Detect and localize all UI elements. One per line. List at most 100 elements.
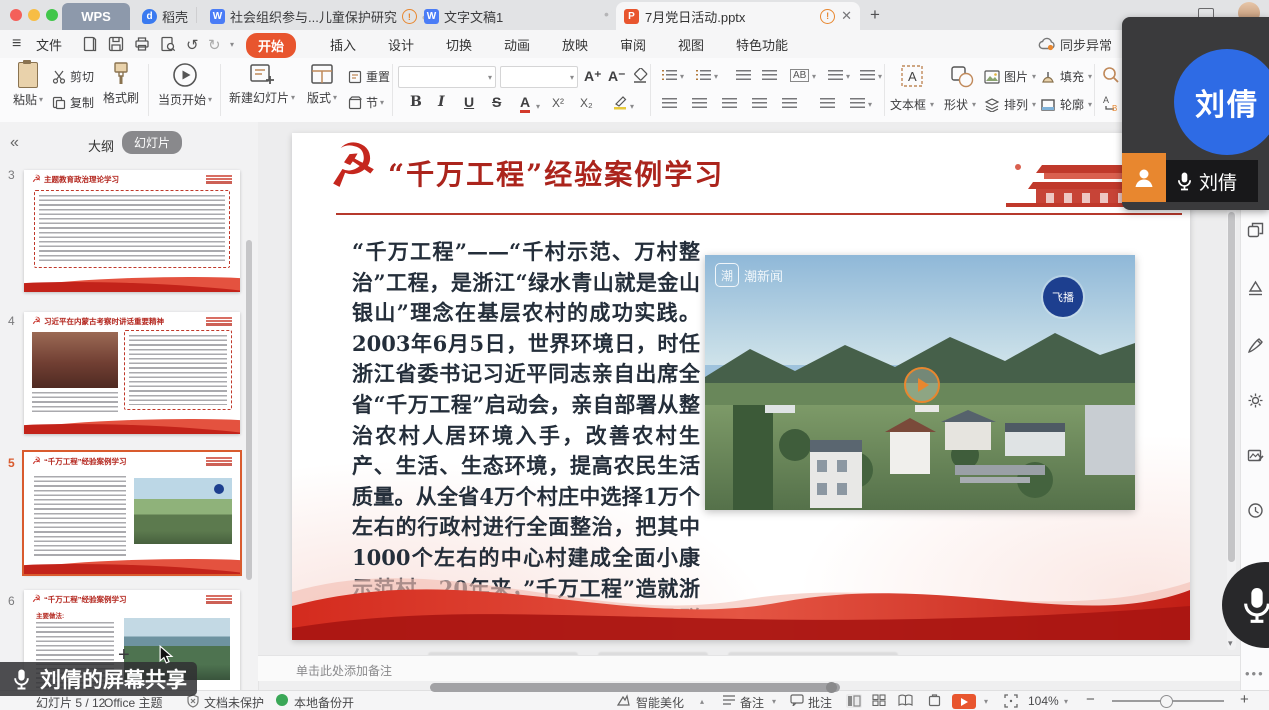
- zoom-out-button[interactable]: −: [1086, 691, 1095, 708]
- sync-status-label[interactable]: 同步异常: [1060, 35, 1112, 54]
- slides-tab[interactable]: 幻灯片: [122, 131, 182, 154]
- ribbon-tab-home[interactable]: 开始: [246, 33, 296, 58]
- zoom-slider-handle[interactable]: [1160, 695, 1173, 708]
- increase-indent-icon[interactable]: [762, 70, 777, 81]
- undo-icon[interactable]: ↺: [186, 36, 199, 54]
- shape-tool-icon[interactable]: [1247, 280, 1264, 297]
- quick-access-dropdown-icon[interactable]: ▾: [230, 40, 234, 49]
- ribbon-tab-insert[interactable]: 插入: [330, 35, 356, 54]
- ribbon-tab-review[interactable]: 审阅: [620, 35, 646, 54]
- comment-button[interactable]: 批注: [808, 694, 832, 710]
- smart-beautify-button[interactable]: 智能美化: [636, 694, 684, 710]
- normal-view-icon[interactable]: [846, 694, 862, 708]
- bold-button[interactable]: B: [410, 94, 422, 110]
- new-slide-button[interactable]: 新建幻灯片▾: [226, 62, 298, 106]
- font-name-combo[interactable]: ▾: [398, 66, 496, 88]
- settings-gear-icon[interactable]: [1247, 392, 1264, 409]
- slide-sorter-icon[interactable]: [872, 694, 886, 706]
- arrange-button[interactable]: 排列▾: [984, 96, 1036, 113]
- notes-bar[interactable]: 单击此处添加备注: [258, 655, 1240, 681]
- image-edit-icon[interactable]: [1247, 447, 1264, 464]
- highlighter-dropdown-icon[interactable]: ▾: [630, 102, 634, 111]
- reading-view-icon[interactable]: [898, 694, 913, 706]
- menu-file[interactable]: 文件: [36, 35, 62, 54]
- underline-button[interactable]: U: [464, 94, 474, 110]
- tab-wps-home[interactable]: WPS: [62, 3, 130, 30]
- notes-placeholder[interactable]: 单击此处添加备注: [296, 662, 392, 679]
- copy-button[interactable]: 复制: [52, 94, 94, 111]
- ribbon-tab-special-features[interactable]: 特色功能: [736, 35, 788, 54]
- hamburger-menu-icon[interactable]: ≡: [12, 35, 21, 53]
- print-icon[interactable]: [134, 36, 150, 52]
- distribute-icon[interactable]: [782, 98, 797, 109]
- row-spacing-icon[interactable]: [820, 98, 835, 109]
- shapes-button[interactable]: 形状▾: [944, 96, 976, 113]
- zoom-in-button[interactable]: +: [1240, 691, 1249, 708]
- new-tab-button[interactable]: +: [870, 5, 880, 25]
- video-call-panel[interactable]: 刘倩 刘倩: [1122, 17, 1269, 210]
- ribbon-tab-view[interactable]: 视图: [678, 35, 704, 54]
- ribbon-tab-transition[interactable]: 切换: [446, 35, 472, 54]
- picture-button[interactable]: 图片▾: [984, 68, 1036, 85]
- ribbon-tab-slideshow[interactable]: 放映: [562, 35, 588, 54]
- font-color-dropdown-icon[interactable]: ▾: [536, 102, 540, 111]
- superscript-button[interactable]: X²: [552, 96, 564, 110]
- numbered-list-icon[interactable]: [696, 70, 711, 81]
- design-brush-icon[interactable]: [1247, 337, 1264, 354]
- find-icon[interactable]: [1102, 66, 1120, 84]
- comment-icon[interactable]: [790, 694, 804, 706]
- cut-button[interactable]: 剪切: [52, 68, 94, 85]
- align-center-icon[interactable]: [692, 98, 707, 109]
- close-window-light[interactable]: [10, 9, 22, 21]
- save-icon[interactable]: [108, 36, 124, 52]
- decrease-indent-icon[interactable]: [736, 70, 751, 81]
- subscript-button[interactable]: X₂: [580, 96, 593, 110]
- highlighter-icon[interactable]: [612, 94, 628, 110]
- new-doc-icon[interactable]: [82, 36, 98, 52]
- play-slideshow-button[interactable]: [952, 694, 976, 709]
- village-video-frame[interactable]: 潮 潮新闻 飞播: [705, 255, 1135, 510]
- cloud-sync-icon[interactable]: [1038, 36, 1056, 51]
- collapse-sidebar-button[interactable]: «: [10, 134, 19, 152]
- layout-button[interactable]: 版式▾: [302, 62, 342, 106]
- more-options-icon[interactable]: •••: [1245, 666, 1265, 681]
- ribbon-tab-animation[interactable]: 动画: [504, 35, 530, 54]
- align-right-icon[interactable]: [722, 98, 737, 109]
- canvas-scrollbar-thumb[interactable]: [1228, 212, 1235, 562]
- play-options-dropdown-icon[interactable]: ▾: [984, 697, 988, 706]
- grow-font-button[interactable]: A⁺: [584, 68, 602, 85]
- textbox-icon[interactable]: A: [900, 64, 924, 88]
- horizontal-scrollbar[interactable]: [430, 683, 840, 692]
- italic-button[interactable]: I: [438, 94, 445, 110]
- font-color-button[interactable]: A: [520, 94, 530, 113]
- translate-icon[interactable]: AB: [1102, 94, 1120, 112]
- scroll-down-icon[interactable]: ▾: [1228, 638, 1233, 649]
- text-align-vertical-icon[interactable]: [860, 70, 875, 81]
- section-button[interactable]: 节▾: [348, 94, 384, 111]
- column-spacing-icon[interactable]: [850, 98, 865, 109]
- reset-button[interactable]: 重置: [348, 68, 390, 85]
- font-size-combo[interactable]: ▾: [500, 66, 578, 88]
- justify-icon[interactable]: [752, 98, 767, 109]
- redo-icon[interactable]: ↻: [208, 36, 221, 54]
- close-tab-icon[interactable]: ✕: [841, 8, 852, 24]
- line-spacing-icon[interactable]: [828, 70, 843, 81]
- shapes-icon[interactable]: [950, 64, 974, 88]
- tab-active-presentation[interactable]: P 7月党日活动.pptx ! ✕: [616, 2, 860, 30]
- print-preview-icon[interactable]: [160, 36, 176, 52]
- textbox-button[interactable]: 文本框▾: [890, 96, 934, 113]
- backup-status[interactable]: 本地备份开: [294, 694, 354, 710]
- history-clock-icon[interactable]: [1247, 502, 1264, 519]
- tab-document-2[interactable]: W 文字文稿1: [416, 3, 511, 30]
- theme-icon[interactable]: [928, 694, 941, 707]
- slide-thumbnail-3[interactable]: ☭ 主题教育政治理论学习: [24, 170, 240, 292]
- zoom-level[interactable]: 104%: [1028, 694, 1059, 708]
- slide-title[interactable]: “千万工程”经验案例学习: [388, 153, 724, 193]
- beautify-icon[interactable]: [616, 694, 631, 707]
- tab-document-1[interactable]: W 社会组织参与...儿童保护研究 ! •: [202, 3, 435, 30]
- outline-button[interactable]: 轮廓▾: [1040, 96, 1092, 113]
- play-from-current-button[interactable]: 当页开始▾: [154, 62, 216, 108]
- tab-docer[interactable]: d 稻壳: [134, 3, 196, 30]
- shrink-font-button[interactable]: A⁻: [608, 68, 626, 85]
- ribbon-tab-design[interactable]: 设计: [388, 35, 414, 54]
